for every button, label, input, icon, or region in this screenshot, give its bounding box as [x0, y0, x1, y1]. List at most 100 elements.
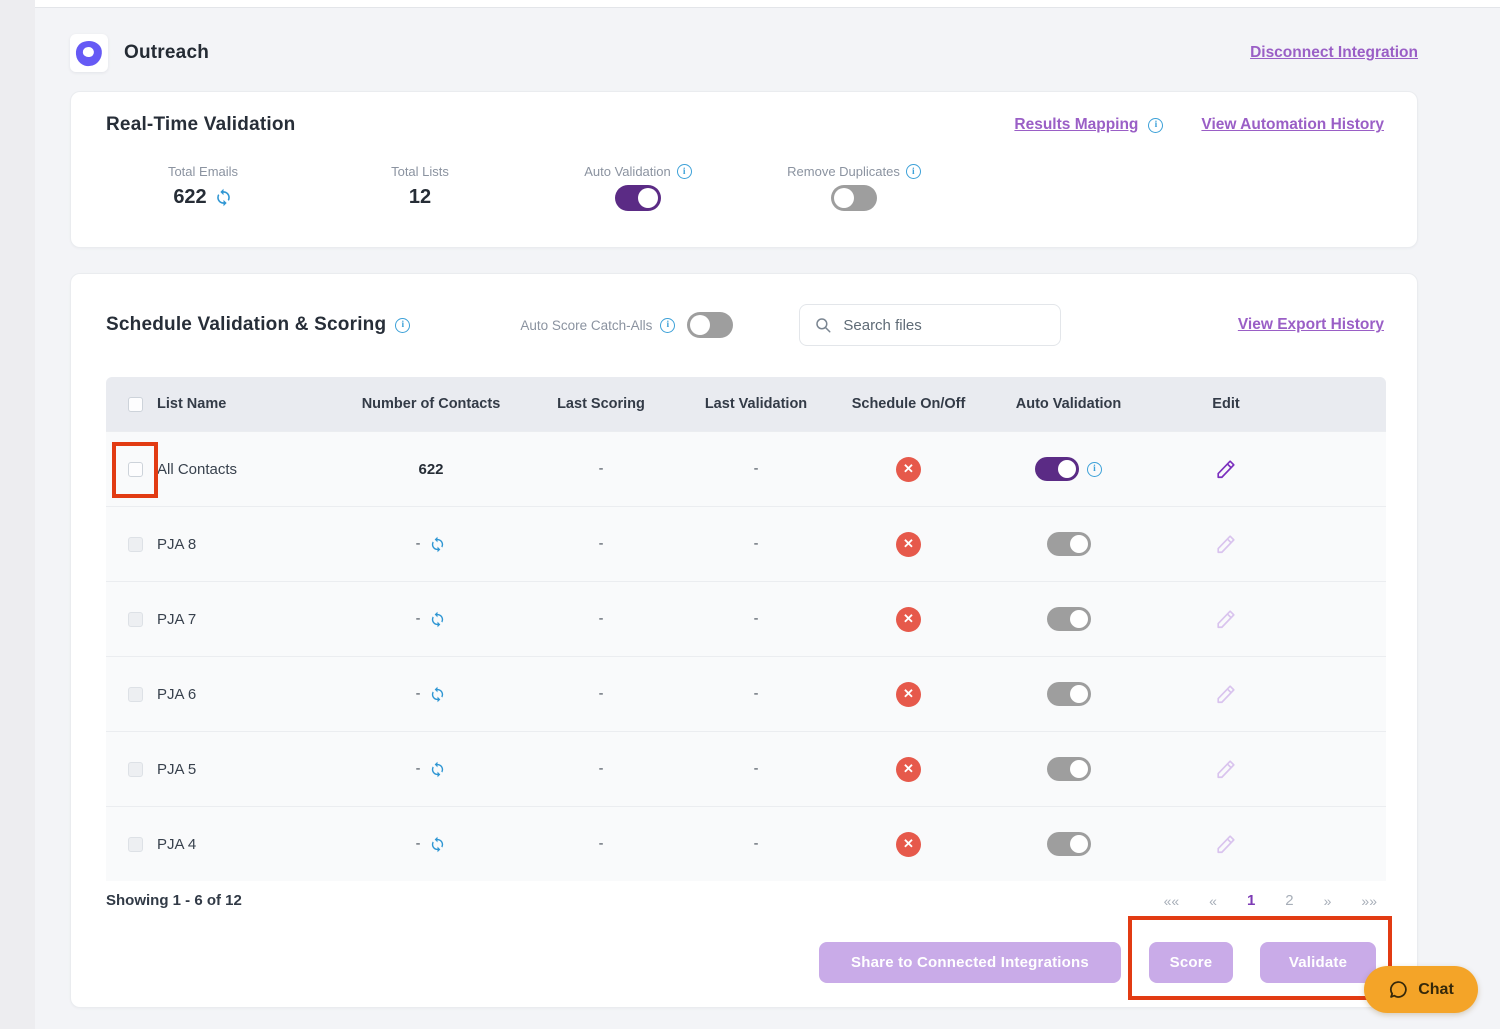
- row-checkbox[interactable]: [128, 462, 143, 477]
- row-checkbox[interactable]: [128, 837, 143, 852]
- row-auto-validation-toggle[interactable]: [1047, 757, 1091, 781]
- row-auto-validation-toggle[interactable]: [1035, 457, 1079, 481]
- view-export-history-link[interactable]: View Export History: [1238, 316, 1384, 334]
- row-checkbox[interactable]: [128, 762, 143, 777]
- pagination-prev[interactable]: «: [1209, 893, 1217, 909]
- disconnect-integration-link[interactable]: Disconnect Integration: [1250, 44, 1418, 62]
- lists-table: List Name Number of Contacts Last Scorin…: [106, 377, 1386, 881]
- table-header-row: List Name Number of Contacts Last Scorin…: [106, 377, 1386, 431]
- refresh-icon[interactable]: [429, 686, 446, 703]
- col-last-scoring: Last Scoring: [521, 396, 681, 412]
- last-scoring-value: -: [521, 761, 681, 777]
- validate-button[interactable]: Validate: [1260, 942, 1376, 983]
- edit-icon[interactable]: [1215, 533, 1237, 555]
- table-row-pja4: PJA 4 - - - ✕: [106, 806, 1386, 881]
- schedule-off-icon[interactable]: ✕: [896, 682, 921, 707]
- edit-icon[interactable]: [1215, 458, 1237, 480]
- refresh-icon[interactable]: [429, 836, 446, 853]
- chat-bubble-icon: [1388, 979, 1409, 1000]
- auto-validation-toggle[interactable]: [615, 185, 661, 211]
- col-list-name: List Name: [157, 396, 226, 412]
- search-input[interactable]: [843, 317, 1046, 334]
- pagination-next[interactable]: »: [1324, 893, 1332, 909]
- edit-icon[interactable]: [1215, 608, 1237, 630]
- refresh-icon[interactable]: [429, 761, 446, 778]
- list-name: PJA 4: [157, 836, 196, 853]
- refresh-icon[interactable]: [429, 611, 446, 628]
- pagination-first[interactable]: ««: [1164, 893, 1180, 909]
- edit-icon[interactable]: [1215, 758, 1237, 780]
- auto-score-info-icon[interactable]: i: [660, 318, 675, 333]
- schedule-off-icon[interactable]: ✕: [896, 757, 921, 782]
- row-checkbox[interactable]: [128, 687, 143, 702]
- integration-title: Outreach: [124, 42, 209, 64]
- outreach-logo: [70, 34, 108, 72]
- chat-label: Chat: [1418, 981, 1454, 999]
- refresh-icon[interactable]: [214, 188, 233, 207]
- schedule-off-icon[interactable]: ✕: [896, 457, 921, 482]
- auto-score-toggle[interactable]: [687, 312, 733, 338]
- total-emails-label: Total Emails: [123, 164, 283, 179]
- search-box[interactable]: [799, 304, 1061, 346]
- pagination-page-2[interactable]: 2: [1285, 892, 1293, 909]
- last-scoring-value: -: [521, 461, 681, 477]
- total-emails-value: 622: [173, 186, 206, 209]
- share-to-integrations-button[interactable]: Share to Connected Integrations: [819, 942, 1121, 983]
- chat-button[interactable]: Chat: [1364, 966, 1478, 1013]
- contacts-count: -: [416, 761, 421, 777]
- pagination-last[interactable]: »»: [1361, 893, 1377, 909]
- row-auto-validation-toggle[interactable]: [1047, 682, 1091, 706]
- col-auto-validation: Auto Validation: [986, 396, 1151, 412]
- row-auto-validation-toggle[interactable]: [1047, 607, 1091, 631]
- row-checkbox[interactable]: [128, 537, 143, 552]
- schedule-off-icon[interactable]: ✕: [896, 607, 921, 632]
- schedule-info-icon[interactable]: i: [395, 318, 410, 333]
- realtime-title: Real-Time Validation: [106, 114, 295, 136]
- last-scoring-value: -: [521, 536, 681, 552]
- remove-duplicates-toggle[interactable]: [831, 185, 877, 211]
- refresh-icon[interactable]: [429, 536, 446, 553]
- contacts-count: -: [416, 611, 421, 627]
- remove-duplicates-stat: Remove Duplicates i: [764, 164, 944, 211]
- total-emails-stat: Total Emails 622: [123, 164, 283, 209]
- last-validation-value: -: [681, 611, 831, 627]
- schedule-validation-card: Schedule Validation & Scoring i Auto Sco…: [70, 273, 1418, 1008]
- view-automation-history-link[interactable]: View Automation History: [1201, 116, 1384, 134]
- table-row-all-contacts: All Contacts 622 - - ✕ i: [106, 431, 1386, 506]
- edit-icon[interactable]: [1215, 833, 1237, 855]
- last-scoring-value: -: [521, 611, 681, 627]
- last-validation-value: -: [681, 836, 831, 852]
- auto-validation-stat: Auto Validation i: [548, 164, 728, 211]
- auto-validation-info-icon[interactable]: i: [677, 164, 692, 179]
- pagination: «« « 1 2 » »»: [1164, 892, 1377, 909]
- table-row-pja7: PJA 7 - - - ✕: [106, 581, 1386, 656]
- row-auto-validation-info-icon[interactable]: i: [1087, 462, 1102, 477]
- top-divider-bar: [35, 0, 1500, 8]
- table-row-pja5: PJA 5 - - - ✕: [106, 731, 1386, 806]
- contacts-count: 622: [418, 461, 443, 478]
- edit-icon[interactable]: [1215, 683, 1237, 705]
- select-all-checkbox[interactable]: [128, 397, 143, 412]
- contacts-count: -: [416, 536, 421, 552]
- results-mapping-link[interactable]: Results Mapping: [1014, 116, 1138, 134]
- col-schedule-on-off: Schedule On/Off: [831, 396, 986, 412]
- row-auto-validation-toggle[interactable]: [1047, 832, 1091, 856]
- list-name: PJA 8: [157, 536, 196, 553]
- score-button[interactable]: Score: [1149, 942, 1233, 983]
- total-lists-label: Total Lists: [340, 164, 500, 179]
- remove-duplicates-info-icon[interactable]: i: [906, 164, 921, 179]
- showing-count-text: Showing 1 - 6 of 12: [106, 892, 242, 909]
- row-auto-validation-toggle[interactable]: [1047, 532, 1091, 556]
- contacts-count: -: [416, 686, 421, 702]
- schedule-off-icon[interactable]: ✕: [896, 832, 921, 857]
- results-mapping-info-icon[interactable]: i: [1148, 118, 1163, 133]
- list-name: All Contacts: [157, 461, 237, 478]
- pagination-page-1[interactable]: 1: [1247, 892, 1255, 909]
- last-validation-value: -: [681, 536, 831, 552]
- table-row-pja8: PJA 8 - - - ✕: [106, 506, 1386, 581]
- list-name: PJA 5: [157, 761, 196, 778]
- auto-score-label: Auto Score Catch-Alls: [520, 318, 652, 333]
- schedule-off-icon[interactable]: ✕: [896, 532, 921, 557]
- table-row-pja6: PJA 6 - - - ✕: [106, 656, 1386, 731]
- row-checkbox[interactable]: [128, 612, 143, 627]
